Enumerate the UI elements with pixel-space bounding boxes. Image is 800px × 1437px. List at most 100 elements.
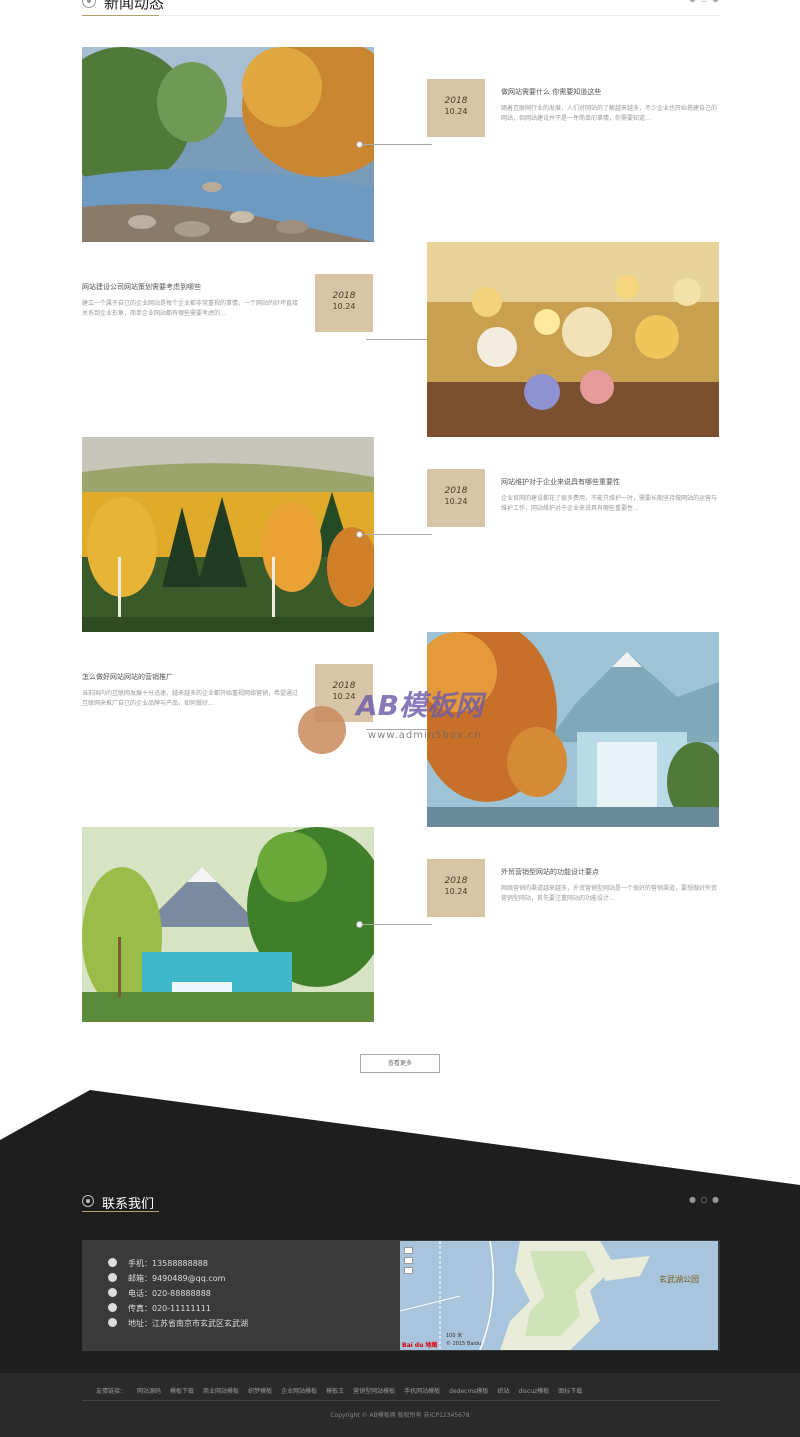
news-title[interactable]: 网站建设公司网站策划需要考虑到哪些 <box>82 282 302 292</box>
friend-link[interactable]: dedecms模板 <box>449 1386 488 1395</box>
map-brand[interactable]: Bai du 地图 <box>402 1340 437 1349</box>
news-desc: 当前国内的互联网发展十分迅速，越来越多的企业都开始重视网络营销，希望通过互联网来… <box>82 690 299 707</box>
location-icon <box>108 1318 117 1327</box>
map-place-label: 玄武湖公园 <box>659 1275 699 1284</box>
news-text: 网站建设公司网站策划需要考虑到哪些 建立一个属于自己的企业网站是每个企业都非常重… <box>82 282 302 319</box>
contact-text: 电话：020-88888888 <box>128 1289 211 1298</box>
date-year: 2018 <box>444 876 468 886</box>
news-item[interactable]: 2018 10.24 做网站需要什么 你需要知道这些 随着互联网行业的发展，人们… <box>82 47 720 242</box>
timeline-connector <box>366 339 436 340</box>
friend-link[interactable]: 营销型网站模板 <box>353 1386 395 1395</box>
news-section-title: 新闻动态 <box>104 0 165 12</box>
zoom-in-icon[interactable] <box>404 1257 413 1264</box>
news-text: 怎么做好网站网站的营销推广 当前国内的互联网发展十分迅速，越来越多的企业都开始重… <box>82 672 302 709</box>
timeline-connector <box>362 924 432 925</box>
mail-icon <box>108 1273 117 1282</box>
date-day: 10.24 <box>444 887 468 896</box>
date-badge: 2018 10.24 <box>427 469 485 527</box>
friend-link[interactable]: 织站 <box>497 1386 509 1395</box>
contact-text: 传真：020-11111111 <box>128 1304 211 1313</box>
phone-icon <box>108 1288 117 1297</box>
section-circle-icon <box>82 1195 94 1207</box>
news-item[interactable]: 网站建设公司网站策划需要考虑到哪些 建立一个属于自己的企业网站是每个企业都非常重… <box>82 242 720 437</box>
news-thumbnail[interactable] <box>82 437 374 632</box>
timeline-dot <box>356 921 363 928</box>
friend-links-title: 友情链接： <box>96 1388 127 1395</box>
friend-link[interactable]: 手机网站模板 <box>404 1386 440 1395</box>
news-section-header: 新闻动态 ● ○ ● <box>82 0 720 16</box>
section-circle-icon <box>82 0 96 8</box>
zoom-out-icon[interactable] <box>404 1267 413 1274</box>
contact-item: 邮箱：9490489@qq.com <box>108 1271 248 1286</box>
date-year: 2018 <box>332 291 356 301</box>
date-day: 10.24 <box>444 107 468 116</box>
contact-item: 电话：020-88888888 <box>108 1286 248 1301</box>
date-badge: 2018 10.24 <box>315 274 373 332</box>
map-copyright: © 2015 Baidu <box>446 1341 482 1347</box>
watermark-a-icon <box>298 706 346 754</box>
news-title[interactable]: 网站维护对于企业来说具有哪些重要性 <box>501 477 721 487</box>
more-dots-icon[interactable]: ● ○ ● <box>689 1195 720 1204</box>
news-text: 外贸营销型网站的功能设计要点 网络营销的渠道越来越多，外贸营销型网站是一个很好的… <box>501 867 721 904</box>
more-dots-icon[interactable]: ● ○ ● <box>689 0 720 3</box>
date-year: 2018 <box>444 486 468 496</box>
date-badge: 2018 10.24 <box>427 859 485 917</box>
copyright: Copyright © AB模板网 版权所有 苏ICP12345678 <box>330 1412 470 1419</box>
load-more-button[interactable]: 查看更多 <box>360 1054 440 1073</box>
location-map[interactable]: 玄武湖公园 100 米 Bai du 地图 © 2015 Baidu <box>400 1241 718 1350</box>
watermark-logo: AB模板网 www.admin5box.cn <box>298 676 518 756</box>
timeline-dot <box>356 141 363 148</box>
map-scale: 100 米 <box>446 1333 463 1339</box>
title-underline <box>82 15 159 16</box>
contact-text: 手机：13588888888 <box>128 1259 208 1268</box>
contact-text: 地址：江苏省南京市玄武区玄武湖 <box>128 1319 248 1328</box>
footer-bottom: 友情链接： 网站源码 模板下载 商业网站模板 织梦模板 企业网站模板 模板王 营销型网站模板手… <box>0 1373 800 1437</box>
news-desc: 建立一个属于自己的企业网站是每个企业都非常重视的事情，一个网站的好坏直接关系到企… <box>82 300 299 317</box>
footer-divider <box>82 1400 720 1401</box>
friend-link[interactable]: 模板王 <box>326 1386 344 1395</box>
watermark-url: www.admin5box.cn <box>368 730 482 741</box>
news-title[interactable]: 做网站需要什么 你需要知道这些 <box>501 87 721 97</box>
news-text: 做网站需要什么 你需要知道这些 随着互联网行业的发展，人们对网站的了解越来越多，… <box>501 87 721 124</box>
map-zoom-controls[interactable] <box>404 1247 418 1307</box>
contact-box: 手机：13588888888 邮箱：9490489@qq.com 电话：020-… <box>82 1240 720 1351</box>
friend-link[interactable]: discuz模板 <box>518 1386 549 1395</box>
user-icon <box>108 1258 117 1267</box>
date-badge: 2018 10.24 <box>427 79 485 137</box>
news-desc: 网络营销的渠道越来越多，外贸营销型网站是一个很好的营销渠道，要想做好外贸营销型网… <box>501 885 718 902</box>
date-day: 10.24 <box>332 302 356 311</box>
friend-link[interactable]: 织梦模板 <box>248 1386 272 1395</box>
timeline-connector <box>362 534 432 535</box>
map-pan-icon[interactable] <box>404 1247 413 1254</box>
friend-link[interactable]: 企业网站模板 <box>281 1386 317 1395</box>
news-thumbnail[interactable] <box>427 242 719 437</box>
news-text: 网站维护对于企业来说具有哪些重要性 企业官网的建设都花了很多费用，不能只维护一时… <box>501 477 721 514</box>
date-day: 10.24 <box>444 497 468 506</box>
contact-item: 地址：江苏省南京市玄武区玄武湖 <box>108 1316 248 1331</box>
news-desc: 随着互联网行业的发展，人们对网站的了解越来越多，不少企业也开始搭建自己的网站，但… <box>501 105 718 122</box>
news-item[interactable]: 2018 10.24 外贸营销型网站的功能设计要点 网络营销的渠道越来越多，外贸… <box>82 827 720 1022</box>
news-desc: 企业官网的建设都花了很多费用，不能只维护一时，需要长期坚持做网站的运营与维护工作… <box>501 495 718 512</box>
friend-links: 友情链接： 网站源码 模板下载 商业网站模板 织梦模板 企业网站模板 模板王 营销型网站模板手… <box>96 1386 736 1395</box>
contact-item: 手机：13588888888 <box>108 1256 248 1271</box>
news-title[interactable]: 外贸营销型网站的功能设计要点 <box>501 867 721 877</box>
fax-icon <box>108 1303 117 1312</box>
title-underline <box>82 1211 159 1212</box>
watermark-brand: AB模板网 <box>356 689 484 722</box>
contact-item: 传真：020-11111111 <box>108 1301 248 1316</box>
friend-link[interactable]: 网站源码 <box>137 1386 161 1395</box>
friend-link[interactable]: 模板下载 <box>170 1386 194 1395</box>
timeline-connector <box>362 144 432 145</box>
header-divider <box>159 15 720 16</box>
news-title[interactable]: 怎么做好网站网站的营销推广 <box>82 672 302 682</box>
news-thumbnail[interactable] <box>82 47 374 242</box>
news-thumbnail[interactable] <box>82 827 374 1022</box>
news-item[interactable]: 2018 10.24 网站维护对于企业来说具有哪些重要性 企业官网的建设都花了很… <box>82 437 720 632</box>
contact-section-title: 联系我们 <box>102 1197 155 1212</box>
timeline-dot <box>356 531 363 538</box>
contact-text: 邮箱：9490489@qq.com <box>128 1274 226 1283</box>
friend-link[interactable]: 图标下载 <box>558 1386 582 1395</box>
friend-link[interactable]: 商业网站模板 <box>203 1386 239 1395</box>
contact-list: 手机：13588888888 邮箱：9490489@qq.com 电话：020-… <box>108 1256 248 1331</box>
date-year: 2018 <box>444 96 468 106</box>
